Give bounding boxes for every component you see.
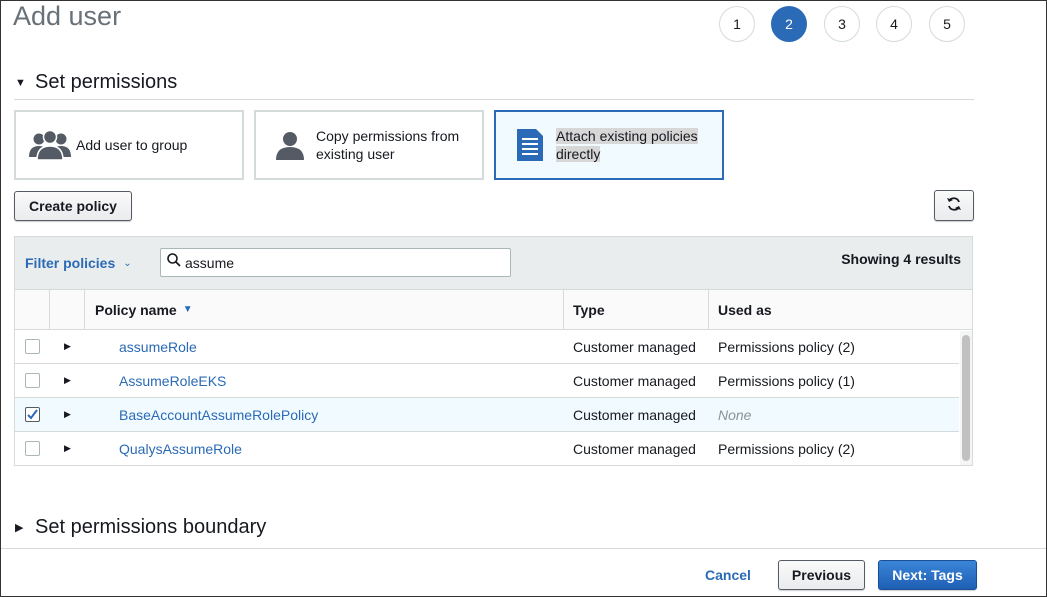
section-divider	[14, 99, 974, 100]
policy-name-link[interactable]: assumeRole	[119, 330, 197, 363]
filter-policies-label: Filter policies	[25, 255, 116, 271]
option-label: Add user to group	[76, 137, 188, 153]
refresh-icon	[946, 196, 962, 215]
column-divider	[84, 290, 85, 329]
checkmark-icon	[27, 409, 38, 420]
previous-button[interactable]: Previous	[778, 560, 865, 590]
footer-divider	[1, 548, 1046, 549]
set-permissions-title: Set permissions	[35, 71, 178, 93]
table-toolbar: Filter policies ⌄ Showing 4 results	[15, 237, 972, 289]
search-input[interactable]	[185, 254, 495, 271]
table-scrollbar[interactable]	[960, 331, 972, 465]
table-header: Policy name ▼ Type Used as	[15, 289, 972, 330]
row-checkbox[interactable]	[25, 373, 40, 388]
set-permissions-header[interactable]: ▼ Set permissions	[15, 71, 177, 94]
search-icon	[167, 253, 181, 272]
policies-table: Filter policies ⌄ Showing 4 results Poli…	[14, 236, 973, 466]
user-icon	[268, 125, 312, 165]
policy-used-as: Permissions policy (2)	[718, 338, 855, 355]
caret-down-icon: ▼	[15, 76, 26, 89]
page-title: Add user	[13, 1, 122, 31]
policy-type: Customer managed	[573, 338, 696, 355]
scrollbar-thumb[interactable]	[962, 335, 970, 461]
option-label: Copy permissions from existing user	[316, 128, 460, 162]
column-divider	[708, 290, 709, 329]
row-checkbox[interactable]	[25, 339, 40, 354]
column-label: Policy name	[95, 301, 177, 318]
policy-name-link[interactable]: AssumeRoleEKS	[119, 364, 226, 397]
option-add-user-to-group[interactable]: Add user to group	[14, 110, 244, 180]
caret-right-icon: ▶	[15, 522, 24, 534]
filter-policies-dropdown[interactable]: Filter policies ⌄	[25, 255, 132, 271]
document-icon	[508, 125, 552, 165]
policy-type: Customer managed	[573, 372, 696, 389]
step-4[interactable]: 4	[876, 6, 912, 42]
table-row[interactable]: ▶ AssumeRoleEKS Customer managed Permiss…	[15, 364, 959, 398]
policy-used-as: Permissions policy (2)	[718, 440, 855, 457]
search-box[interactable]	[160, 248, 511, 277]
table-row[interactable]: ▶ assumeRole Customer managed Permission…	[15, 330, 959, 364]
step-5[interactable]: 5	[929, 6, 965, 42]
row-checkbox[interactable]	[25, 441, 40, 456]
table-row[interactable]: ▶ QualysAssumeRole Customer managed Perm…	[15, 432, 959, 466]
policy-used-as: None	[718, 406, 752, 423]
column-used-as[interactable]: Used as	[718, 290, 772, 329]
option-attach-policies[interactable]: Attach existing policies directly	[494, 110, 724, 180]
step-2-current[interactable]: 2	[771, 6, 807, 42]
set-permissions-boundary-title: Set permissions boundary	[35, 516, 267, 538]
policy-used-as: Permissions policy (1)	[718, 372, 855, 389]
set-permissions-boundary-header[interactable]: ▶ Set permissions boundary	[15, 516, 266, 539]
expand-row-icon[interactable]: ▶	[64, 409, 71, 420]
cancel-link[interactable]: Cancel	[705, 567, 751, 583]
column-divider	[49, 290, 50, 329]
expand-row-icon[interactable]: ▶	[64, 375, 71, 386]
row-checkbox-checked[interactable]	[25, 407, 40, 422]
expand-row-icon[interactable]: ▶	[64, 443, 71, 454]
result-count: Showing 4 results	[841, 251, 961, 267]
next-tags-button[interactable]: Next: Tags	[878, 560, 977, 590]
policy-name-link[interactable]: BaseAccountAssumeRolePolicy	[119, 398, 318, 431]
expand-row-icon[interactable]: ▶	[64, 341, 71, 352]
table-row-selected[interactable]: ▶ BaseAccountAssumeRolePolicy Customer m…	[15, 397, 959, 432]
step-1[interactable]: 1	[719, 6, 755, 42]
create-policy-button[interactable]: Create policy	[14, 191, 132, 221]
option-copy-permissions[interactable]: Copy permissions from existing user	[254, 110, 484, 180]
column-type[interactable]: Type	[573, 290, 605, 329]
policy-type: Customer managed	[573, 440, 696, 457]
refresh-button[interactable]	[934, 190, 974, 221]
column-policy-name[interactable]: Policy name ▼	[95, 290, 193, 329]
column-divider	[563, 290, 564, 329]
user-group-icon	[28, 125, 72, 165]
chevron-down-icon: ⌄	[123, 257, 132, 269]
option-label: Attach existing policies directly	[556, 128, 698, 162]
step-3[interactable]: 3	[824, 6, 860, 42]
sort-descending-icon: ▼	[182, 304, 193, 315]
policy-name-link[interactable]: QualysAssumeRole	[119, 432, 242, 465]
policy-type: Customer managed	[573, 406, 696, 423]
